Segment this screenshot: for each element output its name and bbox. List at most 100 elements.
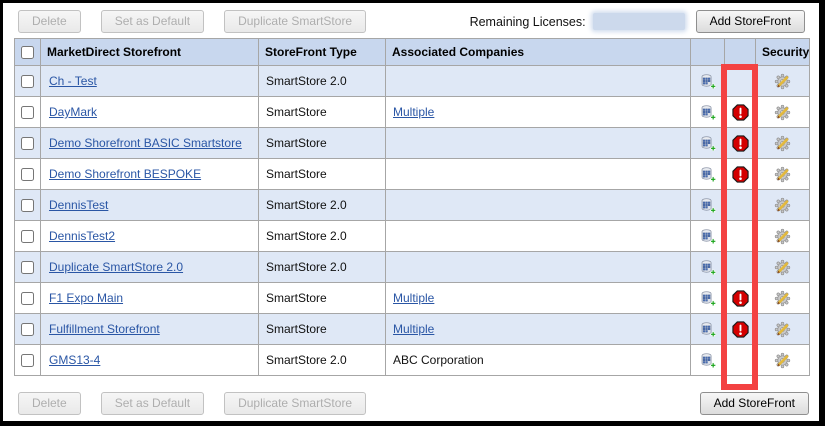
row-select-checkbox[interactable] (21, 292, 34, 305)
row-select-checkbox[interactable] (21, 261, 34, 274)
associated-companies-cell: Multiple (386, 314, 691, 345)
duplicate-smartstore-button-bottom[interactable]: Duplicate SmartStore (224, 392, 366, 415)
storefront-type-cell: SmartStore 2.0 (259, 66, 386, 97)
remaining-licenses-value (593, 13, 685, 30)
storefront-name-link[interactable]: Demo Shorefront BESPOKE (49, 167, 201, 181)
header-alert-column (725, 39, 756, 66)
license-alert-icon (732, 166, 749, 180)
top-toolbar: Delete Set as Default Duplicate SmartSto… (18, 10, 805, 33)
header-associated-companies: Associated Companies (386, 39, 691, 66)
add-company-icon[interactable] (699, 197, 716, 211)
header-add-company-column (691, 39, 725, 66)
license-alert-icon (732, 135, 749, 149)
storefront-name-link[interactable]: DennisTest2 (49, 229, 115, 243)
header-storefront: MarketDirect Storefront (41, 39, 259, 66)
set-as-default-button[interactable]: Set as Default (101, 10, 204, 33)
security-edit-icon[interactable] (774, 197, 791, 211)
storefront-management-screen: Delete Set as Default Duplicate SmartSto… (0, 0, 825, 426)
security-edit-icon[interactable] (774, 166, 791, 180)
bottom-toolbar: Delete Set as Default Duplicate SmartSto… (18, 391, 809, 415)
license-alert-icon (732, 290, 749, 304)
row-select-checkbox[interactable] (21, 75, 34, 88)
table-row: F1 Expo Main SmartStore Multiple (15, 283, 810, 314)
associated-companies-cell (386, 66, 691, 97)
add-storefront-button-bottom[interactable]: Add StoreFront (700, 392, 809, 415)
storefront-type-cell: SmartStore (259, 283, 386, 314)
add-company-icon[interactable] (699, 321, 716, 335)
table-row: DayMark SmartStore Multiple (15, 97, 810, 128)
storefront-table: MarketDirect Storefront StoreFront Type … (14, 38, 810, 376)
associated-companies-cell (386, 252, 691, 283)
security-edit-icon[interactable] (774, 104, 791, 118)
row-select-checkbox[interactable] (21, 168, 34, 181)
row-select-checkbox[interactable] (21, 137, 34, 150)
storefront-type-cell: SmartStore 2.0 (259, 345, 386, 376)
add-company-icon[interactable] (699, 352, 716, 366)
associated-companies-cell: Multiple (386, 97, 691, 128)
table-row: Ch - Test SmartStore 2.0 (15, 66, 810, 97)
storefront-type-cell: SmartStore (259, 97, 386, 128)
table-row: GMS13-4 SmartStore 2.0 ABC Corporation (15, 345, 810, 376)
associated-companies-cell: ABC Corporation (386, 345, 691, 376)
storefront-type-cell: SmartStore (259, 128, 386, 159)
storefront-name-link[interactable]: Ch - Test (49, 74, 97, 88)
table-row: DennisTest SmartStore 2.0 (15, 190, 810, 221)
header-security: Security (756, 39, 810, 66)
storefront-name-link[interactable]: GMS13-4 (49, 353, 100, 367)
add-storefront-button[interactable]: Add StoreFront (696, 10, 805, 33)
delete-button-bottom[interactable]: Delete (18, 392, 81, 415)
add-company-icon[interactable] (699, 166, 716, 180)
storefront-name-link[interactable]: DennisTest (49, 198, 108, 212)
row-select-checkbox[interactable] (21, 230, 34, 243)
table-row: DennisTest2 SmartStore 2.0 (15, 221, 810, 252)
license-alert-icon (732, 321, 749, 335)
row-select-checkbox[interactable] (21, 323, 34, 336)
table-row: Demo Shorefront BESPOKE SmartStore (15, 159, 810, 190)
remaining-licenses: Remaining Licenses: (470, 13, 685, 30)
table-row: Demo Shorefront BASIC Smartstore SmartSt… (15, 128, 810, 159)
header-select-all (15, 39, 41, 66)
add-company-icon[interactable] (699, 135, 716, 149)
storefront-name-link[interactable]: Demo Shorefront BASIC Smartstore (49, 136, 242, 150)
associated-companies-link[interactable]: Multiple (393, 105, 434, 119)
set-as-default-button-bottom[interactable]: Set as Default (101, 392, 204, 415)
storefront-name-link[interactable]: F1 Expo Main (49, 291, 123, 305)
storefront-type-cell: SmartStore 2.0 (259, 252, 386, 283)
associated-companies-cell (386, 159, 691, 190)
table-row: Duplicate SmartStore 2.0 SmartStore 2.0 (15, 252, 810, 283)
add-company-icon[interactable] (699, 290, 716, 304)
row-select-checkbox[interactable] (21, 354, 34, 367)
duplicate-smartstore-button[interactable]: Duplicate SmartStore (224, 10, 366, 33)
storefront-type-cell: SmartStore (259, 159, 386, 190)
license-alert-icon (732, 104, 749, 118)
security-edit-icon[interactable] (774, 321, 791, 335)
add-company-icon[interactable] (699, 259, 716, 273)
storefront-table-body: Ch - Test SmartStore 2.0 DayMark Smart (15, 66, 810, 376)
security-edit-icon[interactable] (774, 290, 791, 304)
add-company-icon[interactable] (699, 228, 716, 242)
delete-button[interactable]: Delete (18, 10, 81, 33)
row-select-checkbox[interactable] (21, 106, 34, 119)
storefront-name-link[interactable]: DayMark (49, 105, 97, 119)
remaining-licenses-label: Remaining Licenses: (470, 15, 586, 29)
table-row: Fulfillment Storefront SmartStore Multip… (15, 314, 810, 345)
security-edit-icon[interactable] (774, 259, 791, 273)
add-company-icon[interactable] (699, 104, 716, 118)
storefront-name-link[interactable]: Duplicate SmartStore 2.0 (49, 260, 183, 274)
security-edit-icon[interactable] (774, 73, 791, 87)
security-edit-icon[interactable] (774, 352, 791, 366)
security-edit-icon[interactable] (774, 135, 791, 149)
storefront-name-link[interactable]: Fulfillment Storefront (49, 322, 160, 336)
associated-companies-link[interactable]: Multiple (393, 322, 434, 336)
security-edit-icon[interactable] (774, 228, 791, 242)
select-all-checkbox[interactable] (21, 46, 34, 59)
add-company-icon[interactable] (699, 73, 716, 87)
storefront-type-cell: SmartStore 2.0 (259, 221, 386, 252)
row-select-checkbox[interactable] (21, 199, 34, 212)
associated-companies-cell (386, 221, 691, 252)
associated-companies-link[interactable]: Multiple (393, 291, 434, 305)
storefront-type-cell: SmartStore 2.0 (259, 190, 386, 221)
associated-companies-text: ABC Corporation (393, 353, 484, 367)
table-header-row: MarketDirect Storefront StoreFront Type … (15, 39, 810, 66)
header-storefront-type: StoreFront Type (259, 39, 386, 66)
